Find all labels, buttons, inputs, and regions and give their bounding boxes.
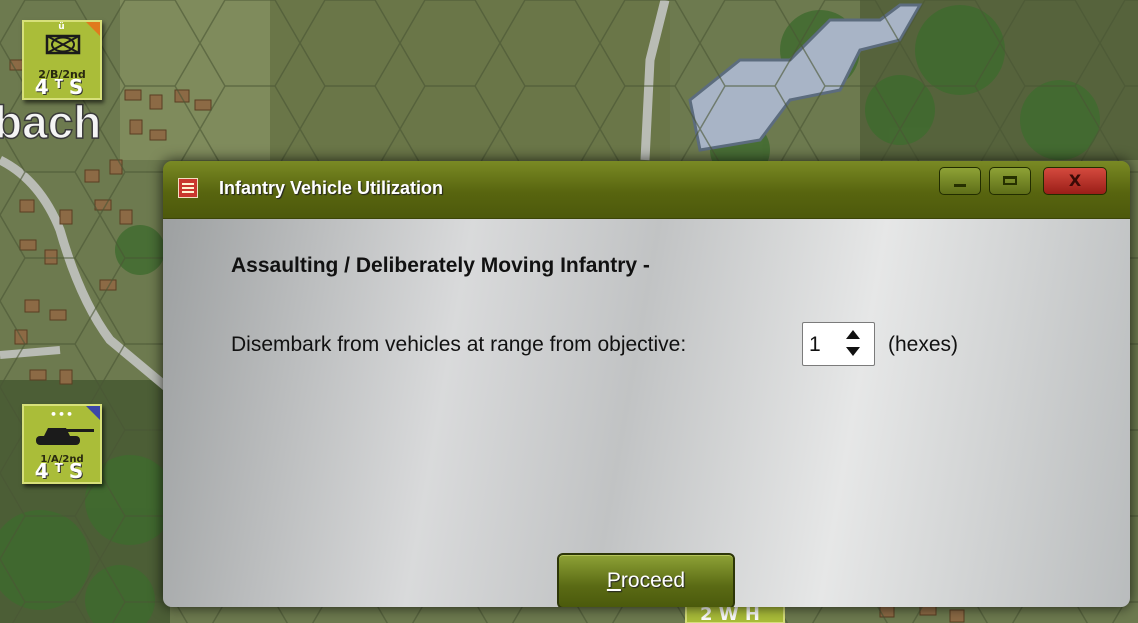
counter-size-marker: ü bbox=[58, 22, 66, 32]
counter-strength: 4 bbox=[34, 459, 55, 483]
section-heading: Assaulting / Deliberately Moving Infantr… bbox=[231, 254, 650, 277]
disembark-range-value[interactable]: 1 bbox=[809, 333, 821, 357]
maximize-button[interactable] bbox=[989, 167, 1031, 195]
dialog-body: Assaulting / Deliberately Moving Infantr… bbox=[163, 219, 1130, 607]
infantry-vehicle-icon bbox=[45, 34, 81, 55]
tank-icon bbox=[36, 428, 94, 445]
infantry-vehicle-dialog: Infantry Vehicle Utilization X Assaultin… bbox=[163, 161, 1130, 607]
town-label: bach bbox=[0, 96, 101, 148]
unit-counter-1-a-2nd[interactable]: ••• 1/A/2nd 4TS bbox=[22, 404, 102, 484]
disembark-range-spinner[interactable]: 1 bbox=[802, 322, 875, 366]
app-icon bbox=[178, 178, 198, 198]
dialog-titlebar[interactable]: Infantry Vehicle Utilization X bbox=[163, 161, 1130, 219]
counter-type: T bbox=[54, 77, 69, 91]
counter-size-marker: ••• bbox=[49, 408, 75, 421]
units-label: (hexes) bbox=[888, 333, 959, 356]
counter-stats: 4TS bbox=[24, 459, 100, 483]
counter-status: S bbox=[68, 75, 90, 99]
proceed-button-label: Proceed bbox=[606, 569, 686, 592]
close-icon: X bbox=[1068, 171, 1082, 190]
counter-status: S bbox=[68, 459, 90, 483]
disembark-label: Disembark from vehicles at range from ob… bbox=[231, 333, 687, 356]
minimize-button[interactable] bbox=[939, 167, 981, 195]
counter-type: T bbox=[54, 461, 69, 475]
close-button[interactable]: X bbox=[1043, 167, 1107, 195]
proceed-button[interactable]: Proceed bbox=[557, 553, 735, 607]
spinner-up-arrow-icon[interactable] bbox=[846, 330, 860, 339]
dialog-title: Infantry Vehicle Utilization bbox=[219, 178, 444, 198]
counter-strength: 4 bbox=[34, 75, 55, 99]
spinner-down-arrow-icon[interactable] bbox=[846, 347, 860, 356]
unit-counter-2-b-2nd[interactable]: ü 2/B/2nd 4TS bbox=[22, 20, 102, 100]
counter-stats: 4TS bbox=[24, 75, 100, 99]
